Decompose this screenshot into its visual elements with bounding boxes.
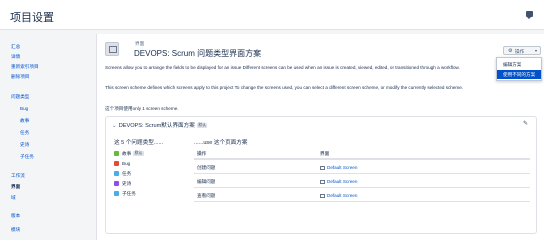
screen-icon (320, 193, 325, 198)
table-row: 创建问题 Default Screen (194, 161, 530, 174)
scheme-title: DEVOPS: Scrum 问题类型界面方案 (134, 49, 262, 58)
description-screens: Screens allow you to arrange the fields … (105, 65, 460, 70)
screen-icon (320, 179, 325, 184)
screen-link[interactable]: Default Screen (320, 193, 357, 198)
description-usage: 这个项目使用only 1 screen scheme. (105, 106, 179, 111)
screen-scheme-icon (105, 42, 119, 56)
page-title: 项目设置 (10, 12, 54, 24)
sidebar-item-bug[interactable]: Bug (20, 106, 28, 111)
screen-link[interactable]: Default Screen (320, 179, 357, 184)
default-badge: 默认 (133, 151, 144, 156)
screen-link[interactable]: Default Screen (320, 165, 357, 170)
table-header: 操作 界面 (194, 150, 530, 160)
sidebar-item-delete[interactable]: 删除项目 (11, 74, 29, 80)
sidebar-item-components[interactable]: 模块 (11, 227, 20, 233)
issue-type-bug: Bug (114, 161, 130, 166)
sidebar-item-reindex[interactable]: 重新索引项目 (11, 64, 39, 70)
sidebar-item-issue-types[interactable]: 问题类型 (11, 94, 29, 100)
bug-icon (114, 161, 119, 166)
table-row: 编辑问题 Default Screen (194, 175, 530, 188)
page: 项目设置 汇总 详情 重新索引项目 删除项目 问题类型 Bug 故事 任务 史诗… (0, 0, 544, 240)
sidebar-item-epic[interactable]: 史诗 (20, 142, 29, 148)
sidebar-item-screens[interactable]: 界面 (11, 184, 20, 190)
scheme-panel: ⌄ DEVOPS: Scrum默认界面方案 默认 ✎ 这 5 个问题类型......… (105, 116, 537, 234)
issue-types-heading: 这 5 个问题类型...... (114, 140, 164, 146)
epic-icon (114, 181, 119, 186)
menu-item-use-different-scheme[interactable]: 使用不同的方案 (497, 70, 541, 79)
sidebar-item-fields[interactable]: 域 (11, 195, 16, 201)
collapse-icon: ⌄ (112, 123, 117, 129)
actions-button[interactable]: ⚙ 操作 (503, 46, 541, 55)
subtask-icon (114, 191, 119, 196)
default-badge: 默认 (196, 123, 208, 128)
description-scheme: This screen scheme defines which screens… (105, 85, 464, 90)
top-bar: 项目设置 (0, 0, 544, 30)
task-icon (114, 171, 119, 176)
story-icon (114, 151, 119, 156)
sidebar-item-subtask[interactable]: 子任务 (20, 154, 34, 160)
breadcrumb[interactable]: 界面 (135, 41, 144, 47)
actions-label: 操作 (515, 48, 525, 54)
feedback-icon[interactable] (526, 11, 533, 19)
sidebar-item-versions[interactable]: 版本 (11, 213, 20, 219)
gear-icon: ⚙ (508, 48, 513, 54)
panel-header[interactable]: ⌄ DEVOPS: Scrum默认界面方案 默认 (112, 121, 208, 129)
issue-type-task: 任务 (114, 171, 131, 177)
sidebar-item-story[interactable]: 故事 (20, 118, 29, 124)
screen-icon (320, 165, 325, 170)
panel-title: DEVOPS: Scrum默认界面方案 (118, 123, 195, 129)
sidebar: 汇总 详情 重新索引项目 删除项目 问题类型 Bug 故事 任务 史诗 子任务 … (0, 30, 95, 240)
screen-scheme-heading: ......use 这个页面方案 (194, 140, 248, 146)
sidebar-item-task[interactable]: 任务 (20, 130, 29, 136)
edit-pencil-icon[interactable]: ✎ (523, 120, 528, 127)
sidebar-item-details[interactable]: 详情 (11, 54, 20, 60)
issue-type-story: 故事 默认 (114, 151, 144, 157)
menu-item-edit-scheme[interactable]: 编辑方案 (497, 60, 541, 69)
issue-type-subtask: 子任务 (114, 191, 136, 197)
table-row: 查看问题 Default Screen (194, 189, 530, 202)
actions-dropdown: 编辑方案 使用不同的方案 (496, 57, 542, 81)
sidebar-item-summary[interactable]: 汇总 (11, 44, 20, 50)
chevron-down-icon (535, 50, 537, 52)
main-content: 界面 DEVOPS: Scrum 问题类型界面方案 ⚙ 操作 编辑方案 使用不同… (96, 34, 544, 240)
issue-type-epic: 史诗 (114, 181, 131, 187)
sidebar-item-workflow[interactable]: 工作流 (11, 173, 25, 179)
